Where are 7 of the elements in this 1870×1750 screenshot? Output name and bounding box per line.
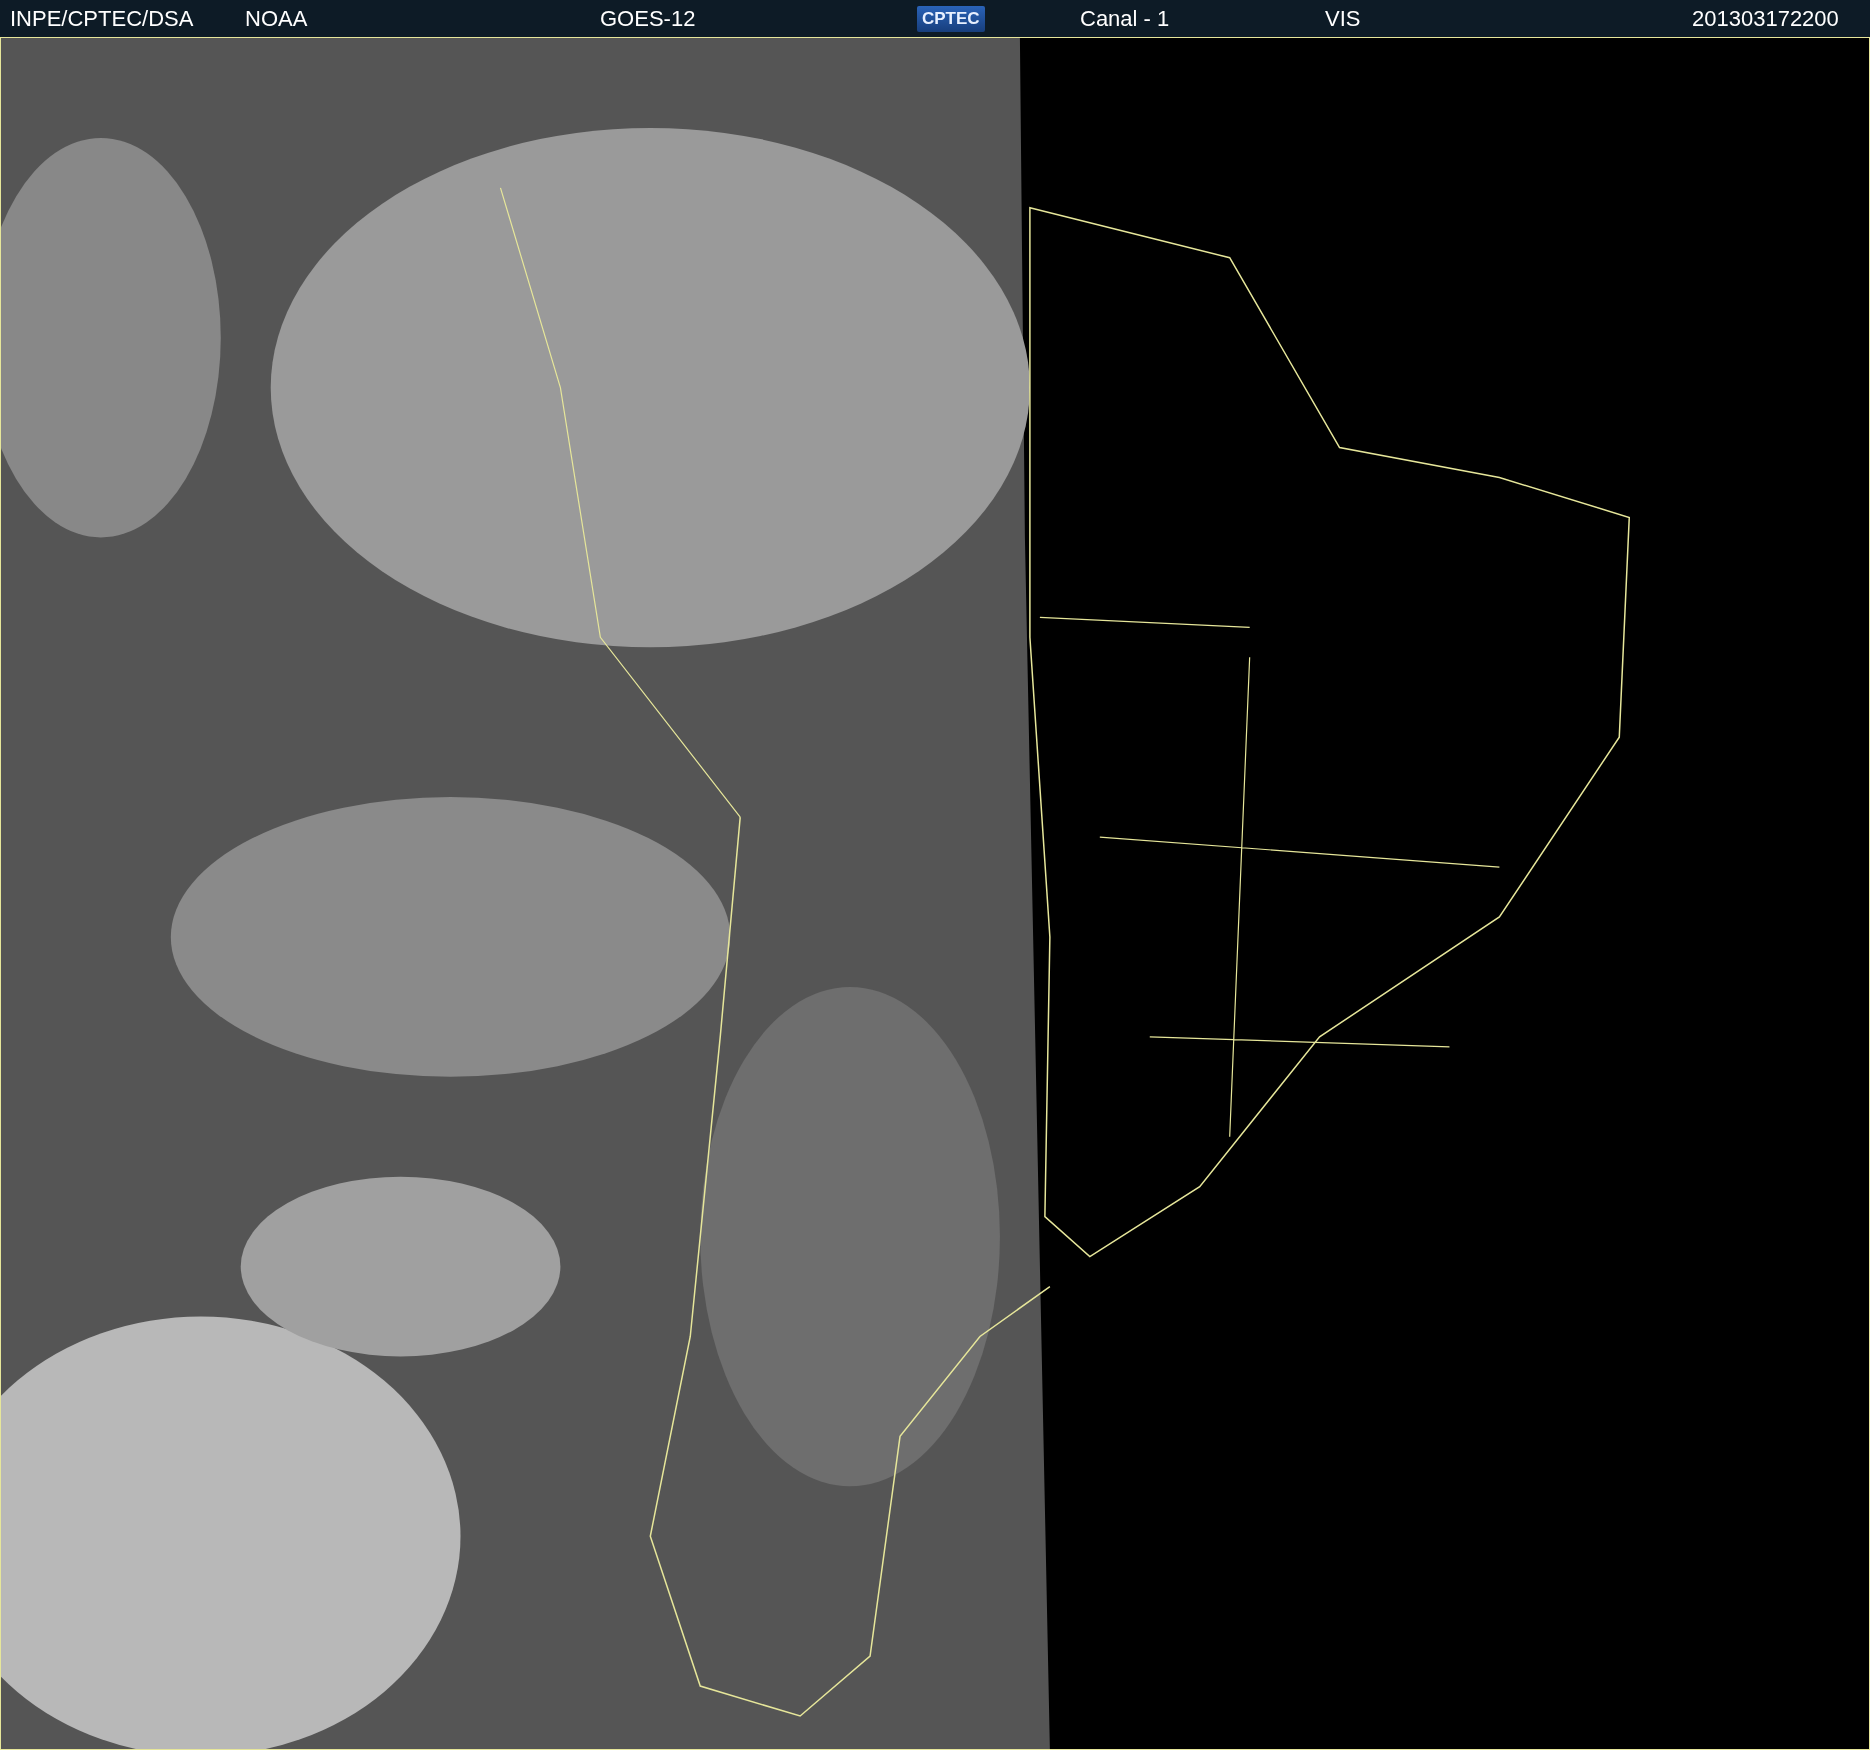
header-label: GOES-12 bbox=[600, 5, 696, 32]
cptec-logo: CPTEC bbox=[917, 5, 985, 32]
header-label: VIS bbox=[1325, 5, 1361, 32]
header-label: INPE/CPTEC/DSA bbox=[10, 5, 194, 32]
header-label: 201303172200 bbox=[1692, 5, 1839, 32]
header-label: Canal - 1 bbox=[1080, 5, 1170, 32]
header-label: NOAA bbox=[245, 5, 308, 32]
